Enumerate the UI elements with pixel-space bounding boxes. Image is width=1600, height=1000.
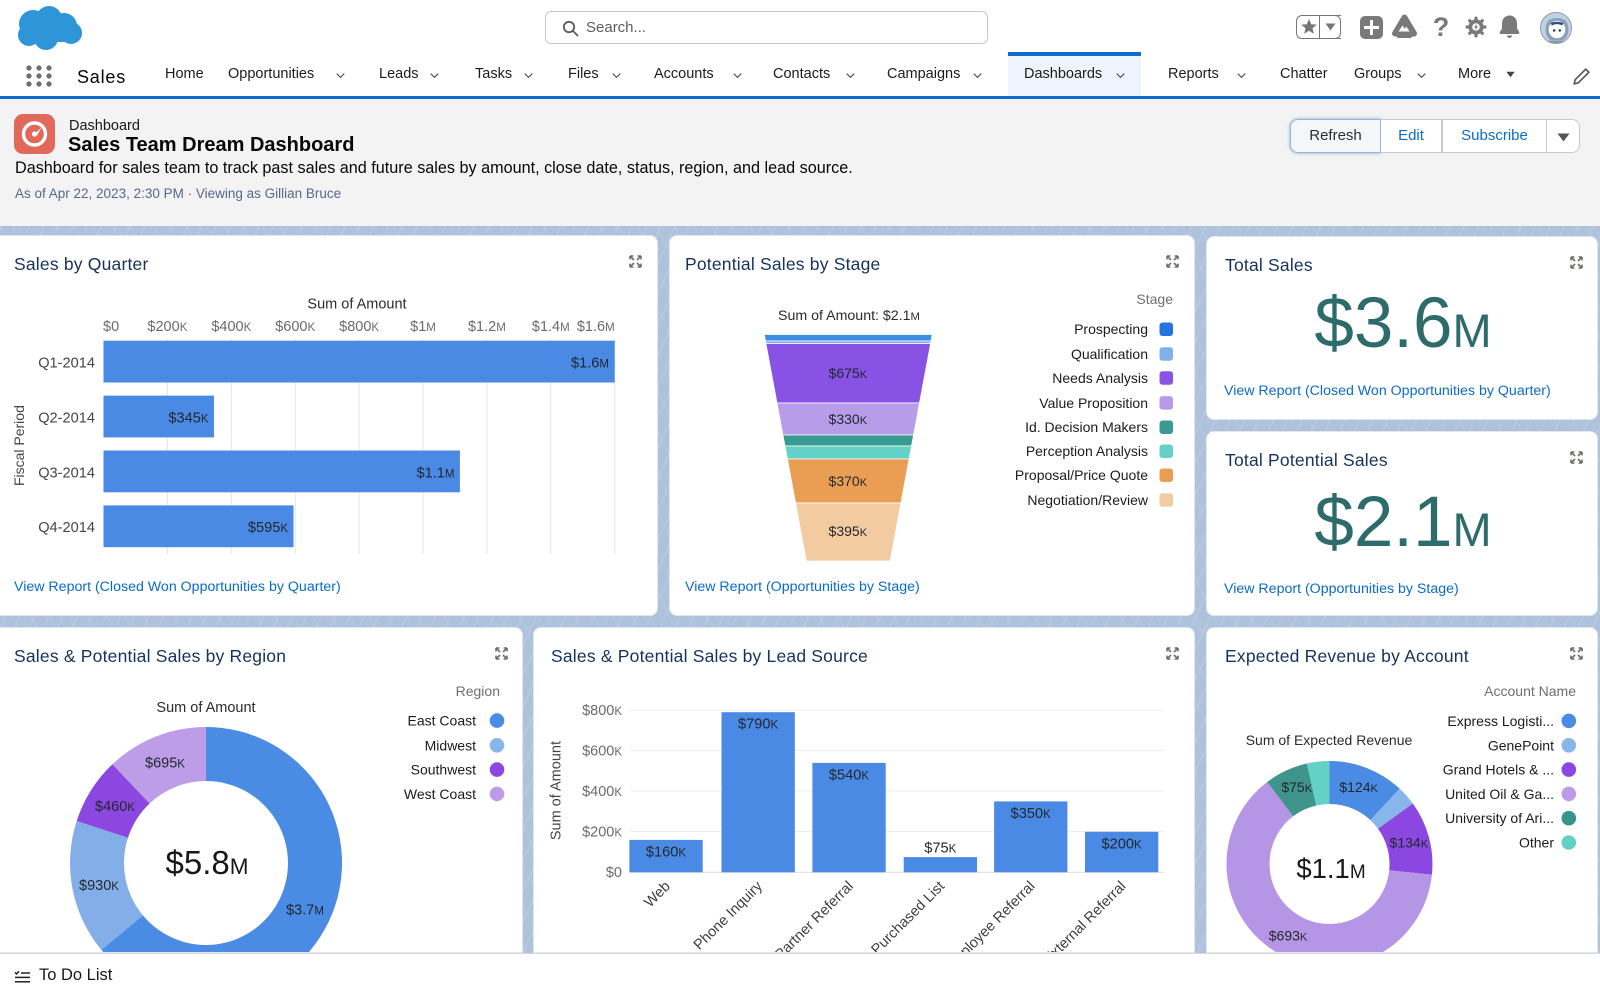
svg-text:Purchased List: Purchased List xyxy=(869,879,949,953)
svg-text:$400K: $400K xyxy=(582,784,622,800)
svg-text:$3.7M: $3.7M xyxy=(286,902,324,918)
svg-text:Sum of Amount: Sum of Amount xyxy=(549,741,565,840)
svg-text:Midwest: Midwest xyxy=(425,737,476,753)
svg-text:$160K: $160K xyxy=(646,844,686,860)
svg-text:United Oil & Ga...: United Oil & Ga... xyxy=(1445,786,1554,802)
svg-text:$800K: $800K xyxy=(339,319,379,335)
svg-text:Account Name: Account Name xyxy=(1484,683,1576,699)
svg-text:$1.6M: $1.6M xyxy=(571,356,609,372)
svg-text:$200K: $200K xyxy=(582,825,622,841)
svg-text:Phone Inquiry: Phone Inquiry xyxy=(691,878,766,953)
svg-text:$345K: $345K xyxy=(168,410,208,426)
svg-text:Q1-2014: Q1-2014 xyxy=(38,356,95,372)
svg-text:Grand Hotels & ...: Grand Hotels & ... xyxy=(1443,762,1554,778)
svg-text:$595K: $595K xyxy=(248,520,288,536)
svg-text:$350K: $350K xyxy=(1011,806,1051,822)
svg-text:Id. Decision Makers: Id. Decision Makers xyxy=(1025,419,1148,435)
svg-text:University of Ari...: University of Ari... xyxy=(1445,810,1554,826)
svg-text:Employee Referral: Employee Referral xyxy=(942,879,1039,953)
svg-text:Q2-2014: Q2-2014 xyxy=(38,410,95,426)
svg-text:$600K: $600K xyxy=(275,319,315,335)
svg-text:$1.6M: $1.6M xyxy=(577,319,615,335)
svg-text:Sum of Amount: $2.1M: Sum of Amount: $2.1M xyxy=(778,308,920,324)
svg-text:Q3-2014: Q3-2014 xyxy=(38,465,95,481)
svg-text:$800K: $800K xyxy=(582,703,622,719)
svg-text:Q4-2014: Q4-2014 xyxy=(38,520,95,536)
svg-text:Sum of Expected Revenue: Sum of Expected Revenue xyxy=(1246,732,1413,748)
svg-text:Sum of Amount: Sum of Amount xyxy=(307,297,406,313)
svg-text:$600K: $600K xyxy=(582,744,622,760)
svg-text:$695K: $695K xyxy=(145,755,185,771)
svg-text:West Coast: West Coast xyxy=(404,786,476,802)
svg-text:$1.2M: $1.2M xyxy=(468,319,506,335)
svg-text:$930K: $930K xyxy=(79,878,119,894)
svg-text:$1.4M: $1.4M xyxy=(532,319,570,335)
svg-text:$5.8M: $5.8M xyxy=(166,844,249,881)
svg-text:Perception Analysis: Perception Analysis xyxy=(1026,443,1148,459)
svg-text:East Coast: East Coast xyxy=(408,713,477,729)
svg-text:Stage: Stage xyxy=(1136,291,1173,307)
svg-text:$0: $0 xyxy=(606,865,622,881)
svg-text:Negotiation/Review: Negotiation/Review xyxy=(1027,492,1149,508)
svg-text:Southwest: Southwest xyxy=(411,762,476,778)
svg-text:GenePoint: GenePoint xyxy=(1488,737,1554,753)
svg-text:Sum of Amount: Sum of Amount xyxy=(156,700,255,716)
svg-text:External Referral: External Referral xyxy=(1041,879,1130,953)
svg-text:Other: Other xyxy=(1519,835,1554,851)
svg-text:$1.1M: $1.1M xyxy=(417,465,455,481)
svg-text:Proposal/Price Quote: Proposal/Price Quote xyxy=(1015,467,1148,483)
svg-text:$200K: $200K xyxy=(147,319,187,335)
svg-text:$460K: $460K xyxy=(95,799,135,815)
svg-text:$540K: $540K xyxy=(829,767,869,783)
svg-text:$200K: $200K xyxy=(1102,836,1142,852)
svg-text:Needs Analysis: Needs Analysis xyxy=(1052,370,1148,386)
svg-text:Fiscal Period: Fiscal Period xyxy=(11,405,27,486)
svg-text:Region: Region xyxy=(456,683,500,699)
svg-text:Express Logisti...: Express Logisti... xyxy=(1447,713,1554,729)
svg-text:Web: Web xyxy=(641,879,673,911)
svg-text:?: ? xyxy=(1433,12,1450,42)
svg-text:$1.1M: $1.1M xyxy=(1296,853,1365,884)
svg-text:Qualification: Qualification xyxy=(1071,346,1148,362)
svg-text:$75K: $75K xyxy=(924,841,956,857)
svg-text:$0: $0 xyxy=(103,319,119,335)
svg-text:Partner Referral: Partner Referral xyxy=(772,879,857,953)
svg-text:Value Proposition: Value Proposition xyxy=(1039,395,1148,411)
svg-text:Prospecting: Prospecting xyxy=(1074,321,1148,337)
svg-text:$1M: $1M xyxy=(410,319,436,335)
svg-text:$400K: $400K xyxy=(211,319,251,335)
svg-text:$790K: $790K xyxy=(738,717,778,733)
